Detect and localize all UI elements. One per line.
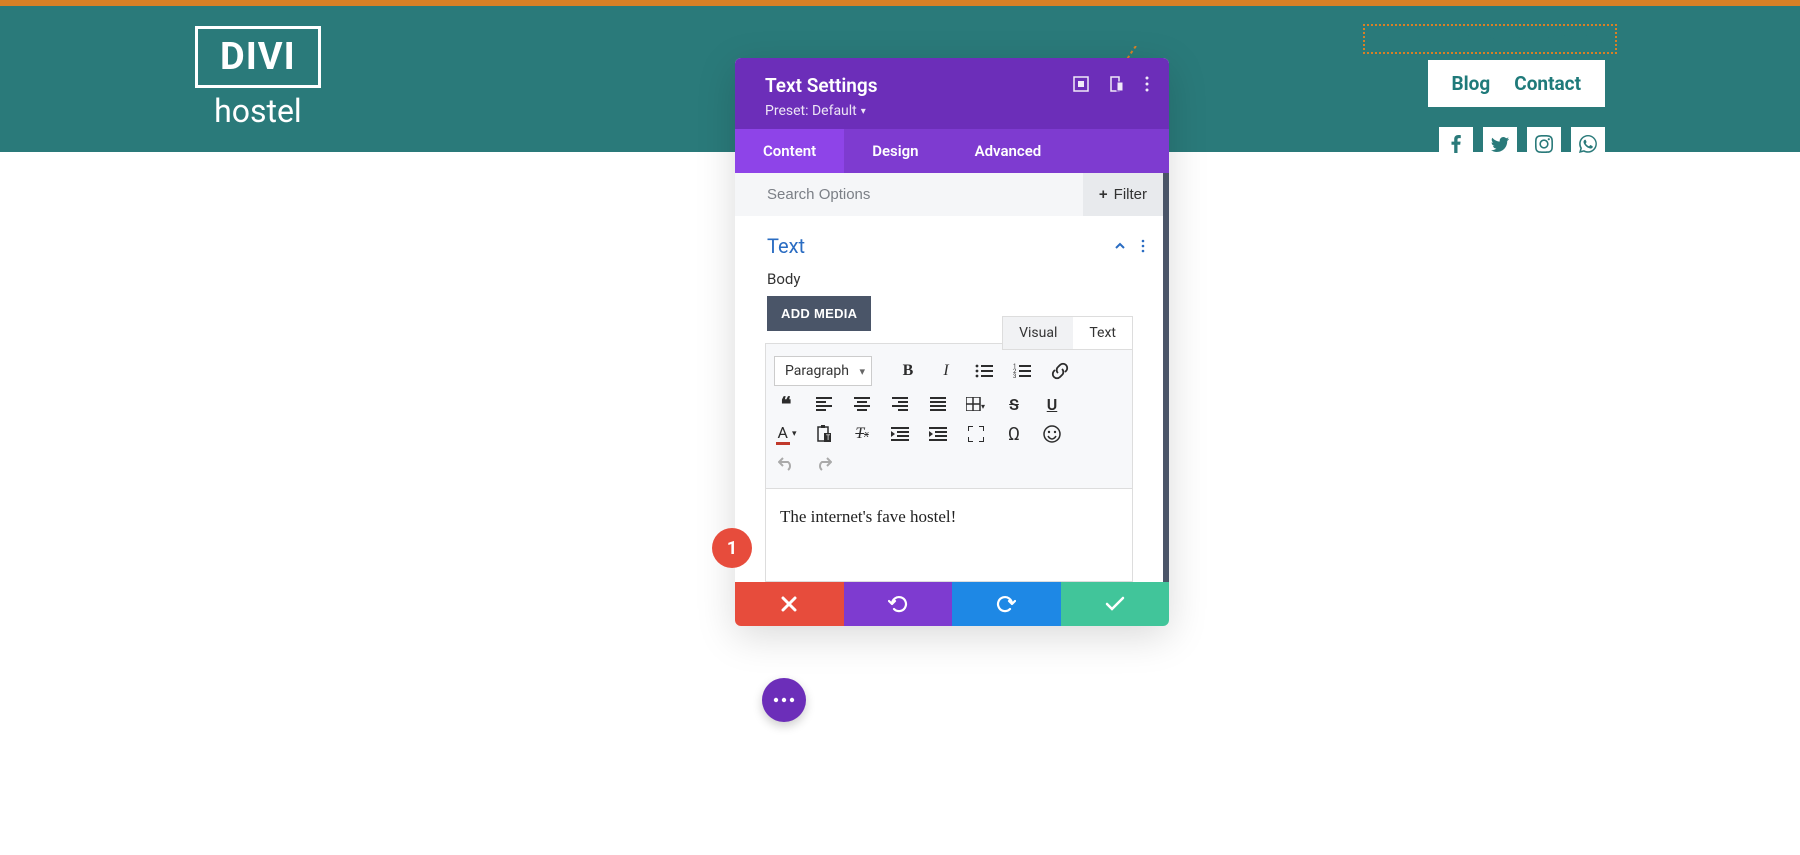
- svg-text:▾: ▾: [981, 402, 985, 411]
- panel-title: Text Settings: [765, 74, 877, 97]
- preset-selector[interactable]: Preset: Default▾: [765, 103, 877, 119]
- save-button[interactable]: [1061, 582, 1170, 626]
- editor-toolbar: Paragraph B I 123 ❝ ▾ S U: [765, 343, 1133, 489]
- section-more-icon[interactable]: [1141, 239, 1145, 253]
- responsive-icon[interactable]: [1109, 76, 1125, 92]
- expand-icon[interactable]: [1073, 76, 1089, 92]
- collapse-icon[interactable]: [1113, 239, 1127, 253]
- logo[interactable]: DIVI hostel: [195, 26, 321, 130]
- editor-mode-tabs: Visual Text: [1002, 316, 1133, 350]
- panel-header[interactable]: Text Settings Preset: Default▾: [735, 58, 1169, 129]
- logo-sub: hostel: [214, 92, 302, 130]
- ol-icon[interactable]: 123: [1010, 359, 1034, 383]
- fullscreen-icon[interactable]: [964, 422, 988, 446]
- underline-icon[interactable]: U: [1040, 392, 1064, 416]
- whatsapp-icon[interactable]: [1571, 127, 1605, 161]
- redo-icon[interactable]: [812, 452, 836, 476]
- align-right-icon[interactable]: [888, 392, 912, 416]
- search-row: +Filter: [735, 173, 1163, 216]
- tab-content[interactable]: Content: [735, 129, 844, 173]
- nav-blog[interactable]: Blog: [1452, 72, 1491, 95]
- body-label: Body: [735, 270, 1163, 296]
- paste-icon[interactable]: T: [812, 422, 836, 446]
- twitter-icon[interactable]: [1483, 127, 1517, 161]
- italic-icon[interactable]: I: [934, 359, 958, 383]
- content-editor[interactable]: The internet's fave hostel!: [765, 489, 1133, 582]
- header-right: THE INTERNET'S FAVE HOSTEL! Blog Contact: [1428, 26, 1605, 161]
- search-options-input[interactable]: [735, 173, 1083, 216]
- link-icon[interactable]: [1048, 359, 1072, 383]
- more-icon[interactable]: [1145, 76, 1149, 92]
- undo-button[interactable]: [844, 582, 953, 626]
- logo-main: DIVI: [195, 26, 321, 88]
- redo-button[interactable]: [952, 582, 1061, 626]
- bold-icon[interactable]: B: [896, 359, 920, 383]
- step-badge: 1: [712, 528, 752, 568]
- undo-icon[interactable]: [774, 452, 798, 476]
- table-icon[interactable]: ▾: [964, 392, 988, 416]
- special-char-icon[interactable]: Ω: [1002, 422, 1026, 446]
- align-left-icon[interactable]: [812, 392, 836, 416]
- tab-advanced[interactable]: Advanced: [947, 129, 1070, 173]
- text-settings-panel: Text Settings Preset: Default▾ Content D…: [735, 58, 1169, 626]
- builder-fab[interactable]: [762, 678, 806, 722]
- format-dropdown[interactable]: Paragraph: [774, 356, 872, 386]
- main-nav: Blog Contact: [1428, 60, 1605, 107]
- ul-icon[interactable]: [972, 359, 996, 383]
- outdent-icon[interactable]: [888, 422, 912, 446]
- indent-icon[interactable]: [926, 422, 950, 446]
- panel-body: Text Body ADD MEDIA Visual Text Paragrap…: [735, 216, 1163, 582]
- align-justify-icon[interactable]: [926, 392, 950, 416]
- visual-tab[interactable]: Visual: [1003, 317, 1073, 349]
- panel-footer: [735, 582, 1169, 626]
- clear-format-icon[interactable]: Tx: [850, 422, 874, 446]
- svg-text:3: 3: [1013, 373, 1016, 379]
- quote-icon[interactable]: ❝: [774, 392, 798, 416]
- add-media-button[interactable]: ADD MEDIA: [767, 296, 871, 331]
- tab-design[interactable]: Design: [844, 129, 946, 173]
- social-icons: [1439, 127, 1605, 161]
- section-title-text[interactable]: Text: [767, 234, 805, 258]
- text-tab[interactable]: Text: [1073, 317, 1132, 349]
- filter-button[interactable]: +Filter: [1083, 173, 1163, 216]
- cancel-button[interactable]: [735, 582, 844, 626]
- nav-contact[interactable]: Contact: [1514, 72, 1581, 95]
- emoji-icon[interactable]: [1040, 422, 1064, 446]
- text-color-icon[interactable]: A▾: [774, 422, 798, 446]
- facebook-icon[interactable]: [1439, 127, 1473, 161]
- section-header: Text: [735, 216, 1163, 270]
- panel-tabs: Content Design Advanced: [735, 129, 1169, 173]
- tagline-module[interactable]: THE INTERNET'S FAVE HOSTEL!: [1363, 24, 1617, 54]
- strikethrough-icon[interactable]: S: [1002, 392, 1026, 416]
- align-center-icon[interactable]: [850, 392, 874, 416]
- instagram-icon[interactable]: [1527, 127, 1561, 161]
